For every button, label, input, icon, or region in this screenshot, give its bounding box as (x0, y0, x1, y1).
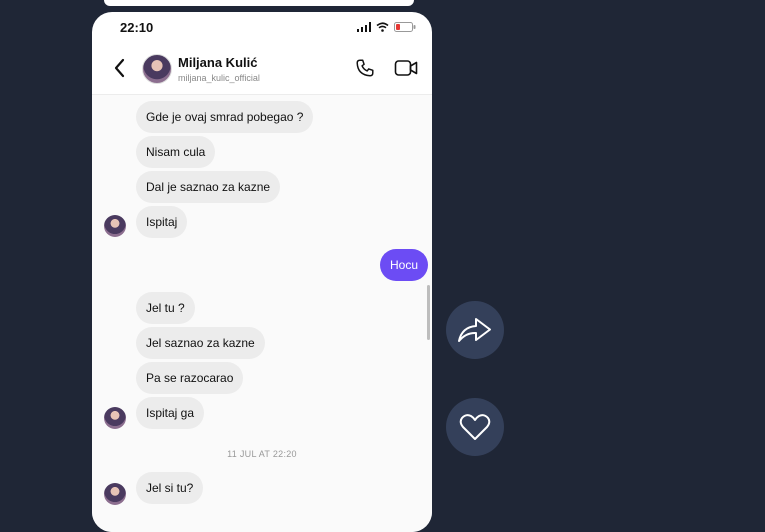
sender-avatar (104, 407, 126, 429)
message-bubble[interactable]: Ispitaj (136, 206, 188, 238)
phone-screen: 22:10 Miljana Kulić miljana_kulic_offici… (92, 12, 432, 532)
contact-avatar[interactable] (142, 54, 172, 84)
contact-name[interactable]: Miljana Kulić (178, 55, 257, 70)
message-bubble[interactable]: Dal je saznao za kazne (136, 171, 281, 203)
like-button[interactable] (446, 398, 504, 456)
phone-call-icon[interactable] (354, 57, 376, 79)
message-bubble[interactable]: Jel si tu? (136, 472, 204, 504)
top-card-edge (104, 0, 414, 6)
back-arrow-icon[interactable] (110, 56, 130, 80)
scrollbar-thumb[interactable] (427, 285, 430, 340)
battery-icon (394, 22, 416, 32)
heart-icon (459, 414, 491, 440)
message-bubble[interactable]: Gde je ovaj smrad pobegao ? (136, 101, 314, 133)
message-bubble[interactable]: Jel saznao za kazne (136, 327, 265, 359)
wifi-icon (376, 22, 389, 32)
status-bar: 22:10 (92, 12, 432, 42)
message-bubble[interactable]: Jel tu ? (136, 292, 195, 324)
share-button[interactable] (446, 301, 504, 359)
contact-handle: miljana_kulic_official (178, 73, 260, 83)
message-timestamp: 11 JUL AT 22:20 (227, 449, 297, 459)
video-call-icon[interactable] (394, 58, 418, 78)
message-bubble[interactable]: Pa se razocarao (136, 362, 244, 394)
signal-icon (357, 22, 371, 32)
chat-header: Miljana Kulić miljana_kulic_official (92, 42, 432, 95)
outgoing-message-bubble[interactable]: Hocu (379, 249, 428, 281)
status-time: 22:10 (120, 20, 154, 35)
sender-avatar (104, 215, 126, 237)
sender-avatar (104, 483, 126, 505)
share-icon (458, 318, 491, 342)
status-icons (357, 21, 416, 33)
message-bubble[interactable]: Nisam cula (136, 136, 216, 168)
message-bubble[interactable]: Ispitaj ga (136, 397, 205, 429)
message-list: Gde je ovaj smrad pobegao ? Nisam cula D… (92, 95, 432, 532)
